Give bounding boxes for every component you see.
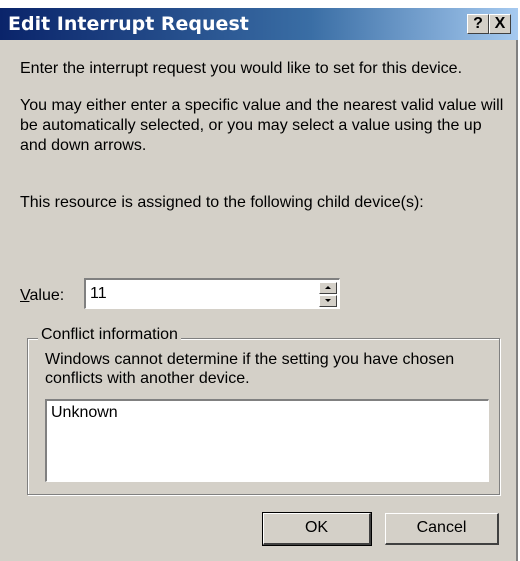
- help-icon: ?: [473, 15, 483, 32]
- close-icon: X: [494, 15, 506, 32]
- conflict-legend: Conflict information: [38, 325, 181, 345]
- intro-text: Enter the interrupt request you would li…: [20, 60, 463, 77]
- value-label: Value:: [20, 286, 64, 306]
- cancel-button[interactable]: Cancel: [385, 513, 499, 545]
- arrow-up-icon: [325, 286, 331, 289]
- instructions-text: You may either enter a specific value an…: [20, 97, 504, 154]
- value-input[interactable]: [88, 282, 318, 306]
- conflict-details-text: Unknown: [51, 404, 118, 421]
- conflict-details[interactable]: Unknown: [45, 399, 489, 482]
- value-field: [84, 278, 340, 309]
- arrow-down-icon: [325, 299, 331, 302]
- close-button[interactable]: X: [489, 14, 511, 34]
- spin-up-button[interactable]: [319, 282, 337, 294]
- spin-down-button[interactable]: [319, 295, 337, 307]
- ok-button[interactable]: OK: [263, 513, 371, 545]
- assigned-text: This resource is assigned to the followi…: [20, 194, 424, 211]
- title-bar[interactable]: Edit Interrupt Request ? X: [0, 8, 518, 40]
- conflict-message: Windows cannot determine if the setting …: [45, 351, 455, 387]
- top-strip: [0, 0, 518, 8]
- help-button[interactable]: ?: [467, 14, 489, 34]
- edit-interrupt-dialog: Edit Interrupt Request ? X Enter the int…: [0, 0, 518, 561]
- dialog-title: Edit Interrupt Request: [8, 13, 249, 35]
- value-spinner: [319, 282, 337, 307]
- value-label-rest: alue:: [29, 287, 65, 304]
